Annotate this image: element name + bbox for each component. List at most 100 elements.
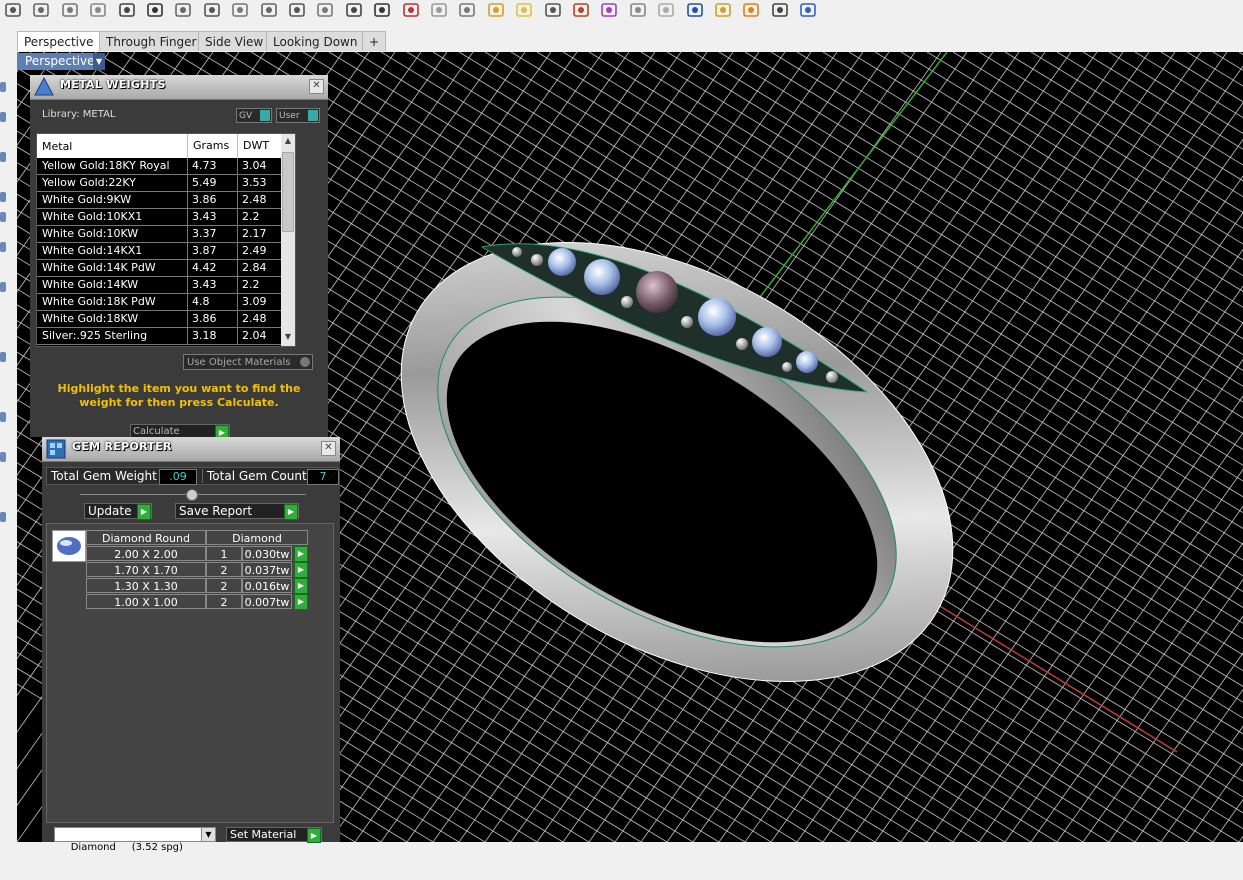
table-row[interactable]: Yellow Gold:18KY Royal 4.73 3.04 — [37, 158, 295, 175]
table-row[interactable]: 1.00 X 1.00 2 0.007tw ▶ — [86, 594, 308, 610]
metal-weights-panel: METAL WEIGHTS ✕ Library: METAL GV User M… — [30, 75, 328, 440]
tool-icon[interactable] — [0, 192, 6, 202]
zoom-window-icon[interactable] — [259, 0, 279, 20]
metal-table-scrollbar[interactable]: ▲ ▼ — [281, 134, 295, 346]
metal-table[interactable]: Metal Grams DWT Yellow Gold:18KY Royal 4.… — [36, 133, 296, 347]
table-row[interactable]: White Gold:14K PdW 4.42 2.84 — [37, 260, 295, 277]
gem-reporter-logo-icon — [46, 439, 66, 459]
close-icon[interactable]: ✕ — [309, 79, 324, 94]
gem-reporter-panel: GEM REPORTER ✕ Total Gem Weight .09 Tota… — [42, 437, 340, 853]
tool-icon[interactable] — [0, 212, 6, 222]
paste-icon[interactable] — [117, 0, 137, 20]
tool-icon[interactable] — [0, 112, 6, 122]
tool-icon[interactable] — [0, 352, 6, 362]
tool-icon[interactable] — [0, 282, 6, 292]
tool-icon[interactable] — [0, 452, 6, 462]
viewport-layout-icon[interactable] — [372, 0, 392, 20]
tab-side-view[interactable]: Side View — [198, 31, 271, 51]
new-icon[interactable] — [31, 0, 51, 20]
table-row[interactable]: White Gold:10KX1 3.43 2.2 — [37, 209, 295, 226]
col-metal: Metal — [42, 140, 73, 153]
table-row[interactable]: White Gold:18KW 3.86 2.48 — [37, 311, 295, 328]
use-object-materials-checkbox[interactable]: Use Object Materials — [183, 354, 313, 370]
slider-handle[interactable] — [186, 489, 198, 501]
scroll-down-icon[interactable]: ▼ — [282, 332, 294, 344]
play-icon: ▶ — [284, 504, 298, 520]
metal-weights-titlebar[interactable]: METAL WEIGHTS ✕ — [30, 75, 328, 100]
pencil-icon[interactable] — [713, 0, 733, 20]
table-row[interactable]: White Gold:9KW 3.86 2.48 — [37, 192, 295, 209]
light-icon[interactable] — [429, 0, 449, 20]
total-gem-count-value: 7 — [307, 469, 339, 485]
gem-reporter-titlebar[interactable]: GEM REPORTER ✕ — [42, 437, 340, 462]
sphere-blue-icon[interactable] — [685, 0, 705, 20]
chevron-down-icon[interactable]: ▼ — [201, 828, 215, 841]
play-icon[interactable]: ▶ — [294, 562, 308, 578]
network-icon[interactable] — [770, 0, 790, 20]
update-button[interactable]: Update ▶ — [84, 503, 152, 520]
tool-icon[interactable] — [0, 512, 6, 522]
copy-icon[interactable] — [88, 0, 108, 20]
table-row[interactable]: 2.00 X 2.00 1 0.030tw ▶ — [86, 546, 308, 562]
table-row[interactable]: 1.70 X 1.70 2 0.037tw ▶ — [86, 562, 308, 578]
table-row[interactable]: Yellow Gold:22KY 5.49 3.53 — [37, 175, 295, 192]
table-row[interactable]: White Gold:14KW 3.43 2.2 — [37, 277, 295, 294]
undo-icon[interactable] — [145, 0, 165, 20]
zoom-extents-icon[interactable] — [287, 0, 307, 20]
close-icon[interactable]: ✕ — [321, 441, 336, 456]
rotate-icon[interactable] — [202, 0, 222, 20]
play-icon[interactable]: ▶ — [294, 546, 308, 562]
sphere-light-icon[interactable] — [656, 0, 676, 20]
tab-looking-down[interactable]: Looking Down — [266, 31, 365, 51]
calculate-instruction: Highlight the item you want to find the … — [57, 382, 301, 409]
viewport-label[interactable]: Perspective ▼ — [17, 53, 105, 70]
total-gem-weight-label: Total Gem Weight — [51, 469, 157, 483]
bulb-icon[interactable] — [514, 0, 534, 20]
zoom-selected-icon[interactable] — [315, 0, 335, 20]
gem-reporter-title: GEM REPORTER — [72, 440, 172, 453]
set-material-button[interactable]: Set Material ▶ — [226, 827, 322, 843]
table-row[interactable]: Silver:.925 Sterling 3.18 2.04 — [37, 328, 295, 345]
play-icon[interactable]: ▶ — [294, 594, 308, 610]
help-icon[interactable] — [798, 0, 818, 20]
color-wheel-icon[interactable] — [599, 0, 619, 20]
tool-icon[interactable] — [0, 82, 6, 92]
tab-perspective[interactable]: Perspective — [17, 31, 101, 51]
lock-icon[interactable] — [543, 0, 563, 20]
table-row[interactable]: 1.30 X 1.30 2 0.016tw ▶ — [86, 578, 308, 594]
sphere-gray-icon[interactable] — [628, 0, 648, 20]
materials-icon[interactable] — [571, 0, 591, 20]
zoom-target-icon[interactable] — [344, 0, 364, 20]
save-report-button[interactable]: Save Report ▶ — [175, 503, 299, 520]
play-icon[interactable]: ▶ — [294, 578, 308, 594]
tool-icon[interactable] — [0, 412, 6, 422]
tool-icon[interactable] — [0, 152, 6, 162]
add-tab-button[interactable]: + — [362, 31, 386, 51]
chevron-down-icon[interactable]: ▼ — [93, 53, 105, 70]
diamond-thumbnail-icon[interactable] — [52, 530, 86, 562]
snap-icon[interactable] — [486, 0, 506, 20]
scroll-up-icon[interactable]: ▲ — [282, 136, 294, 148]
pan-icon[interactable] — [173, 0, 193, 20]
table-row[interactable]: White Gold:10KW 3.37 2.17 — [37, 226, 295, 243]
gear-icon[interactable] — [741, 0, 761, 20]
table-row[interactable]: White Gold:14KX1 3.87 2.49 — [37, 243, 295, 260]
col-diamond-round: Diamond Round — [86, 530, 206, 545]
car-icon[interactable] — [401, 0, 421, 20]
zoom-icon[interactable] — [230, 0, 250, 20]
print-icon[interactable] — [3, 0, 23, 20]
gem-totals-bar: Total Gem Weight .09 Total Gem Count 7 — [46, 467, 339, 485]
user-toggle[interactable]: User — [276, 108, 320, 123]
tool-icon[interactable] — [0, 242, 6, 252]
gv-toggle[interactable]: GV — [236, 108, 272, 123]
cut-icon[interactable] — [60, 0, 80, 20]
ring-model[interactable] — [325, 152, 1030, 772]
tab-through-finger[interactable]: Through Finger — [99, 31, 204, 51]
scroll-thumb[interactable] — [282, 152, 294, 232]
material-select[interactable]: Diamond (3.52 spg) ▼ — [54, 827, 216, 853]
table-row[interactable]: White Gold:18K PdW 4.8 3.09 — [37, 294, 295, 311]
circle-icon[interactable] — [457, 0, 477, 20]
total-gem-weight-value: .09 — [159, 469, 197, 485]
main-toolbar — [0, 0, 1243, 22]
total-gem-count-label: Total Gem Count — [202, 469, 307, 483]
